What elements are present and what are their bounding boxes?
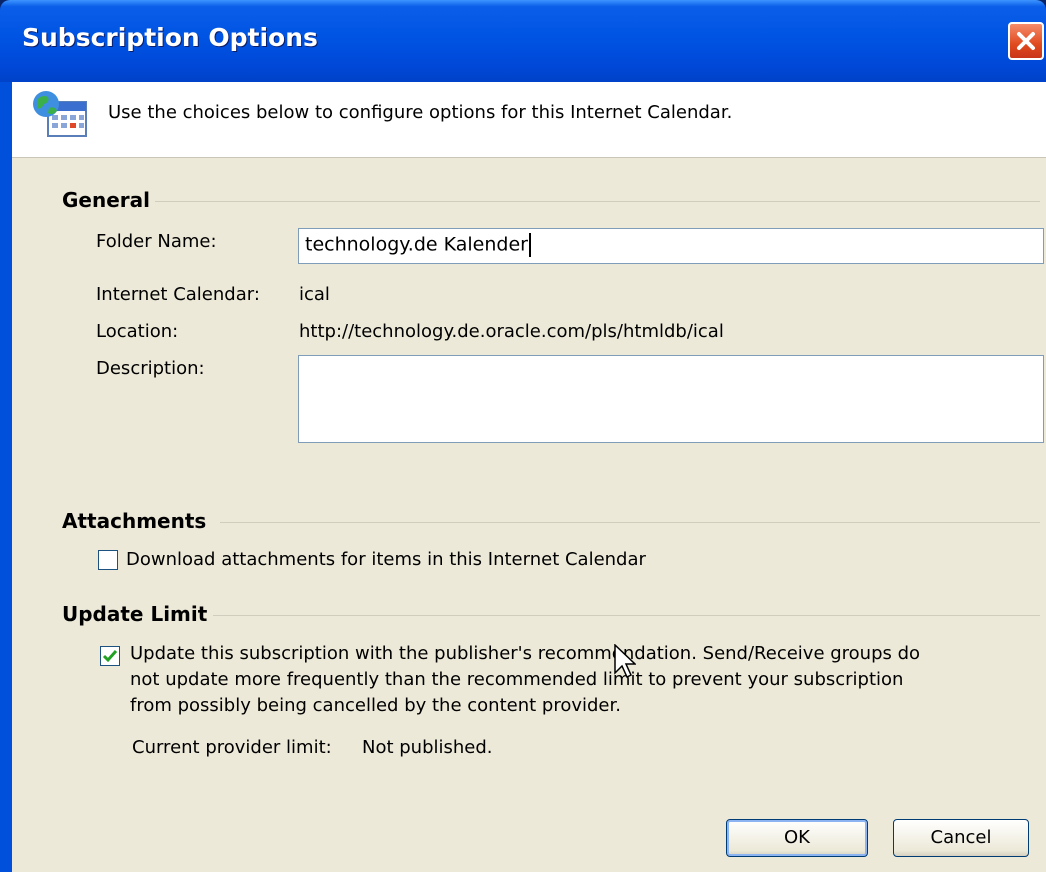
section-update-limit-heading: Update Limit [62, 602, 208, 626]
section-divider [155, 201, 1040, 202]
update-text-line-2: not update more frequently than the reco… [130, 669, 904, 690]
close-button[interactable] [1008, 22, 1044, 60]
internet-calendar-label: Internet Calendar: [96, 284, 260, 305]
text-caret [528, 233, 531, 257]
window-title: Subscription Options [22, 23, 318, 52]
ok-button[interactable]: OK [726, 819, 868, 857]
check-icon [102, 650, 118, 663]
folder-name-value: technology.de Kalender [305, 233, 528, 256]
location-value: http://technology.de.oracle.com/pls/html… [299, 321, 724, 342]
update-text-line-3: from possibly being cancelled by the con… [130, 695, 621, 716]
provider-limit-label: Current provider limit: [132, 737, 332, 758]
dialog-client-area: Use the choices below to configure optio… [12, 82, 1046, 872]
update-text-line-1: Update this subscription with the publis… [130, 643, 921, 664]
title-bar[interactable]: Subscription Options [0, 0, 1046, 82]
section-general-heading: General [62, 188, 150, 212]
window-frame-left [0, 82, 12, 872]
section-divider [220, 522, 1040, 523]
update-subscription-label[interactable]: Update this subscription with the publis… [130, 641, 920, 719]
folder-name-input[interactable]: technology.de Kalender [298, 228, 1044, 264]
update-subscription-checkbox[interactable] [100, 646, 120, 666]
provider-limit-value: Not published. [362, 737, 493, 758]
cancel-button[interactable]: Cancel [893, 819, 1029, 857]
mouse-pointer-icon [614, 644, 636, 679]
close-icon [1017, 32, 1035, 50]
description-label: Description: [96, 358, 205, 379]
location-label: Location: [96, 321, 179, 342]
description-input[interactable] [298, 355, 1044, 443]
section-attachments-heading: Attachments [62, 509, 207, 533]
internet-calendar-icon [33, 91, 87, 137]
download-attachments-checkbox[interactable] [98, 550, 118, 570]
download-attachments-label[interactable]: Download attachments for items in this I… [126, 549, 646, 570]
internet-calendar-value: ical [299, 284, 330, 305]
folder-name-label: Folder Name: [96, 231, 217, 252]
header-instruction: Use the choices below to configure optio… [108, 102, 733, 123]
section-divider [213, 615, 1040, 616]
subscription-options-dialog: Subscription Options Use the choices bel… [0, 0, 1046, 872]
header-band: Use the choices below to configure optio… [12, 82, 1046, 158]
